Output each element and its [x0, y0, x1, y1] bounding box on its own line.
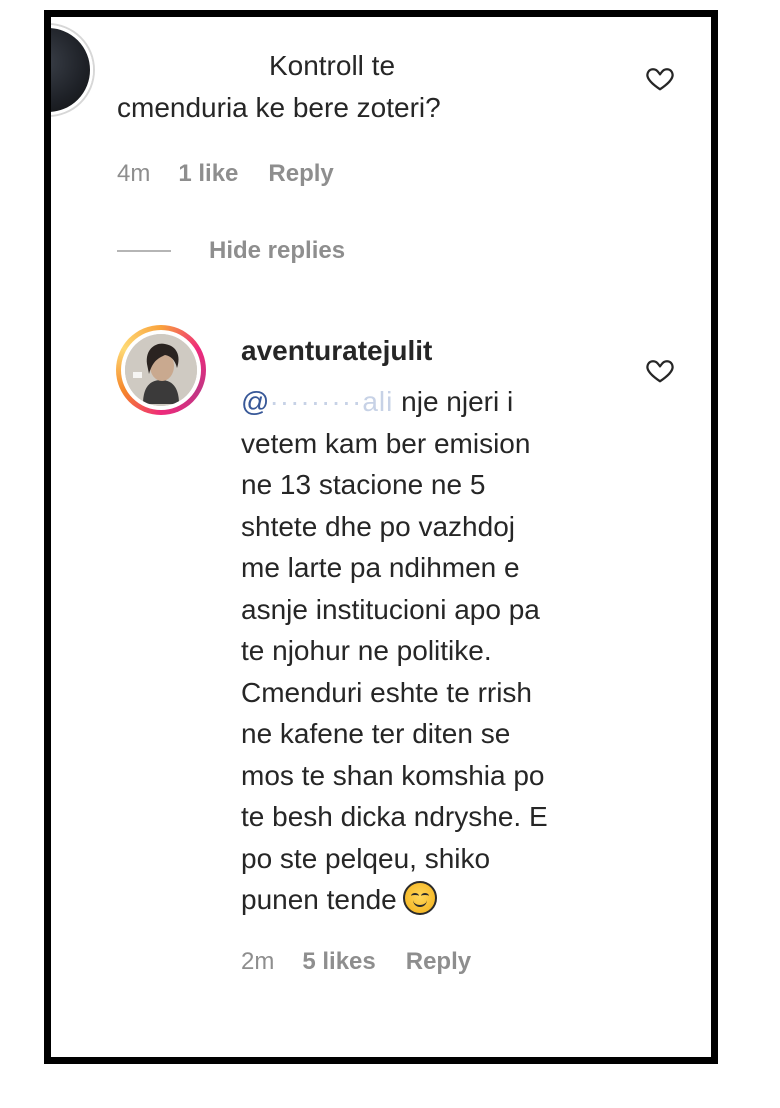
likes-count[interactable]: 1 like: [178, 160, 238, 188]
comment-line: mos te shan komshia po: [241, 759, 545, 791]
comment-line: ne kafene ter diten se: [241, 718, 511, 749]
username-link[interactable]: aventuratejulit: [241, 335, 432, 367]
avatar: [125, 334, 197, 406]
story-ring-avatar[interactable]: [116, 325, 206, 415]
heart-icon[interactable]: [645, 355, 675, 385]
avatar[interactable]: [51, 25, 93, 115]
comment-thread-frame: Kontroll te cmenduria ke bere zoteri? 4m…: [44, 10, 718, 1064]
comment-line: shtete dhe po vazhdoj: [241, 510, 515, 542]
comment-line: asnje institucioni apo pa: [241, 593, 540, 625]
comment-meta: 4m 1 like Reply: [117, 160, 334, 188]
comment-line: punen tende: [241, 879, 621, 921]
divider: [117, 250, 171, 252]
smiling-face-emoji-icon: [402, 881, 437, 915]
comment-time: 4m: [117, 160, 151, 187]
comment-text: Kontroll te cmenduria ke bere zoteri?: [117, 45, 547, 129]
likes-count[interactable]: 5 likes: [302, 948, 375, 976]
comment-line: ne 13 stacione ne 5: [241, 469, 486, 500]
comment-line: po ste pelqeu, shiko: [241, 842, 491, 874]
comment-line: te besh dicka ndryshe. E: [241, 801, 548, 832]
hide-replies-button[interactable]: Hide replies: [117, 237, 345, 265]
comment-text: @·········ali nje njeri i vetem kam ber …: [241, 381, 621, 921]
comment-line: vetem kam ber emision: [241, 427, 531, 459]
comment-line: @·········ali nje njeri i: [241, 386, 514, 417]
comment-line: te njohur ne politike.: [241, 635, 492, 666]
heart-icon[interactable]: [645, 63, 675, 93]
comment-meta: 2m 5 likes Reply: [241, 948, 471, 976]
reply-button[interactable]: Reply: [268, 160, 333, 188]
reply-button[interactable]: Reply: [406, 948, 471, 976]
hide-replies-label: Hide replies: [209, 237, 346, 264]
comment-line: Cmenduri eshte te rrish: [241, 676, 533, 708]
comment-line: cmenduria ke bere zoteri?: [117, 92, 441, 123]
comment-line: Kontroll te: [268, 50, 396, 81]
comment-time: 2m: [241, 948, 275, 975]
comment-line: me larte pa ndihmen e: [241, 552, 520, 583]
mention-link[interactable]: @·········ali: [241, 386, 393, 417]
